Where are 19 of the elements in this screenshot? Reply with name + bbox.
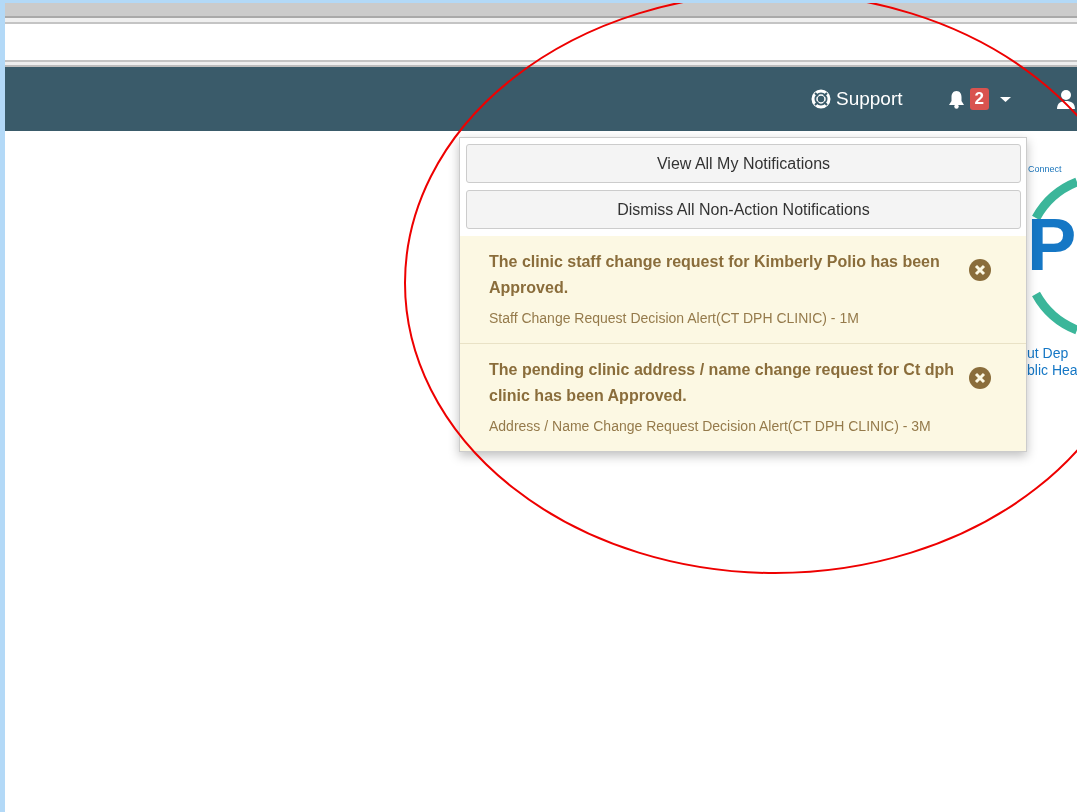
bell-icon — [946, 89, 966, 109]
close-icon[interactable] — [969, 259, 991, 281]
notification-message: The clinic staff change request for Kimberly Polio has been Approved. — [489, 252, 941, 298]
notification-item[interactable]: The clinic staff change request for Kimberly Polio has been Approved. Staff Change Request Decision Alert(CT DPH CLINIC) - 1M — [460, 236, 1026, 343]
logo-text: Connect — [1028, 164, 1062, 174]
logo-text: ut Dep — [1027, 345, 1069, 362]
notification-count-badge: 2 — [969, 88, 989, 110]
user-icon[interactable] — [1055, 89, 1077, 109]
notification-detail: Staff Change Request Decision Alert(CT DPH CLINIC) - 1M — [489, 309, 860, 328]
notification-message: The pending clinic address / name change request for Ct dph clinic has been Approved. — [489, 360, 955, 406]
notifications-button[interactable]: View All My Notifications — [466, 144, 1021, 183]
support-link[interactable]: Support — [811, 88, 903, 110]
notification-item[interactable]: The pending clinic address / name change request for Ct dph clinic has been Approved. Address / Name Change Request Decision Alert(CT DPH CLINIC) - 3M — [460, 343, 1026, 451]
notification-detail: Address / Name Change Request Decision Alert(CT DPH CLINIC) - 3M — [489, 417, 932, 436]
notifications-button[interactable]: Dismiss All Non-Action Notifications — [466, 190, 1021, 229]
notifications-toggle[interactable]: 2 — [938, 82, 1025, 116]
logo-letters: P — [1027, 202, 1077, 288]
lifebuoy-icon — [811, 89, 831, 109]
close-icon[interactable] — [969, 367, 991, 389]
